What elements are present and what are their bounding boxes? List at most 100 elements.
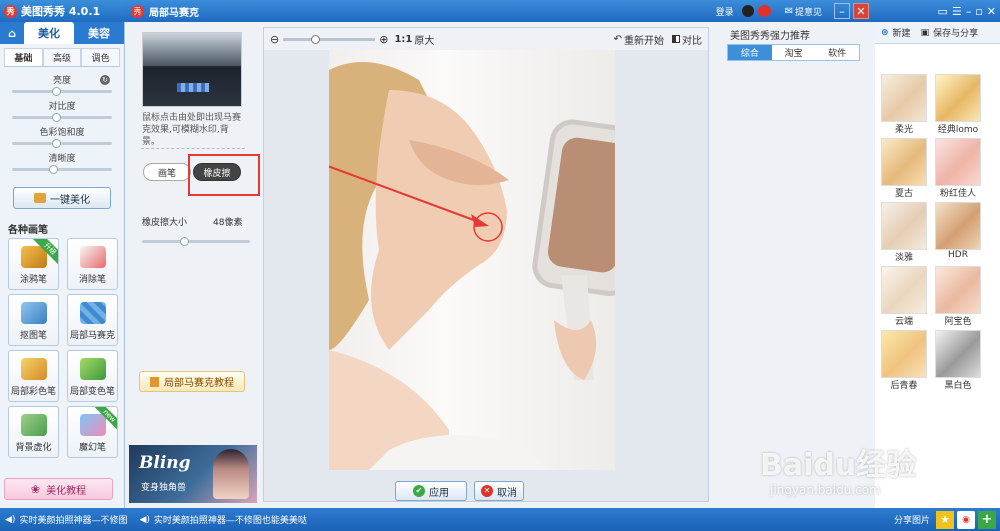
recommend-tab-all[interactable]: 综合	[728, 45, 772, 60]
recommend-tab-software[interactable]: 软件	[815, 45, 859, 60]
effect-item[interactable]: 经典lomo	[931, 74, 985, 135]
mosaic-description: 鼠标点击由处即出现马赛克效果,可模糊水印,背景。	[142, 113, 242, 147]
tool-local-color[interactable]: 局部彩色笔	[8, 350, 59, 402]
tool-cutout[interactable]: 抠图笔	[8, 294, 59, 346]
maximize-icon[interactable]: ▫	[975, 5, 982, 18]
effect-item[interactable]: 黑白色	[931, 330, 985, 391]
effect-thumb	[881, 266, 927, 314]
effect-item[interactable]: 夏古	[877, 138, 931, 199]
tool-local-recolor[interactable]: 局部变色笔	[67, 350, 118, 402]
save-icon: ▣	[920, 27, 930, 38]
tab-beauty[interactable]: 美容	[74, 22, 124, 44]
slider-knob[interactable]	[52, 113, 61, 122]
zoom-knob[interactable]	[310, 34, 320, 44]
minimize-icon[interactable]: –	[966, 5, 972, 18]
cancel-button[interactable]: ✕ 取消	[474, 481, 524, 501]
contrast-slider[interactable]	[12, 113, 112, 122]
effect-item[interactable]: 淡雅	[877, 202, 931, 263]
menu-icon[interactable]: ☰	[952, 5, 962, 18]
slider-knob[interactable]	[52, 87, 61, 96]
login-link[interactable]: 登录	[716, 5, 734, 18]
reset-icon[interactable]: ↻	[100, 75, 110, 85]
restart-button[interactable]: 重新开始	[624, 32, 664, 47]
brush-section-title: 各种画笔	[8, 225, 48, 236]
new-button[interactable]: 新建	[893, 26, 911, 39]
effect-thumb	[935, 266, 981, 314]
eraser-size-value: 48像素	[213, 218, 243, 228]
eraser-size-slider[interactable]	[142, 237, 250, 246]
tool-label: 局部彩色笔	[10, 387, 56, 397]
eraser-icon	[79, 246, 106, 268]
zoom-out-icon[interactable]: ⊖	[270, 33, 279, 46]
tool-local-mosaic[interactable]: 局部马赛克	[67, 294, 118, 346]
wand-icon	[34, 193, 46, 203]
close-icon[interactable]: ✕	[987, 5, 996, 18]
cancel-label: 取消	[497, 487, 517, 499]
qq-icon[interactable]	[741, 5, 754, 17]
plus-share-icon[interactable]: +	[978, 510, 996, 529]
zoom-in-icon[interactable]: ⊕	[379, 33, 388, 46]
tool-label: 涂鸦笔	[19, 275, 47, 285]
brush-tools-grid: 升级 涂鸦笔 消除笔 抠图笔 局部马赛克 局部彩色笔 局部变色笔 背景虚化 new…	[8, 238, 124, 458]
saturation-slider[interactable]	[12, 139, 112, 148]
beautify-tutorial-button[interactable]: ❀ 美化教程	[4, 478, 113, 500]
divider	[141, 148, 245, 149]
minimize-button[interactable]: –	[834, 3, 850, 19]
tool-label: 魔幻笔	[78, 443, 106, 453]
chat-icon[interactable]: ▭	[938, 5, 948, 18]
footprint-icon: ❀	[30, 482, 41, 496]
subtab-advanced[interactable]: 高级	[42, 48, 82, 66]
slider-knob[interactable]	[52, 139, 61, 148]
eraser-size-knob[interactable]	[179, 237, 189, 246]
effect-label: 后青春	[890, 381, 918, 391]
sharpness-slider[interactable]	[12, 165, 112, 174]
sub-tabs: 基础 高级 调色	[4, 48, 121, 67]
subtab-color[interactable]: 调色	[81, 48, 121, 66]
tool-background-blur[interactable]: 背景虚化	[8, 406, 59, 458]
share-image-label[interactable]: 分享图片	[894, 513, 930, 526]
subtab-basic[interactable]: 基础	[4, 48, 43, 66]
brush-mode-button[interactable]: 画笔	[143, 163, 191, 181]
tool-label: 局部变色笔	[69, 387, 115, 397]
close-button[interactable]: ✕	[853, 3, 869, 19]
right-toolbar: ⊕ 新建 ▣ 保存与分享	[875, 22, 1000, 44]
slider-knob[interactable]	[49, 165, 58, 174]
tool-label: 局部马赛克	[69, 331, 115, 341]
effect-label: 柔光	[894, 125, 913, 135]
effect-label: 经典lomo	[937, 125, 979, 135]
zoom-slider[interactable]	[283, 34, 376, 44]
tool-eraser[interactable]: 消除笔	[67, 238, 118, 290]
compare-button[interactable]: 对比	[682, 32, 702, 47]
adjust-sliders: ↻ 亮度 对比度 色彩饱和度 清晰度	[0, 73, 124, 174]
effect-item[interactable]: 阿宝色	[931, 266, 985, 327]
effect-item[interactable]: 云端	[877, 266, 931, 327]
tool-magic-brush[interactable]: new 魔幻笔	[67, 406, 118, 458]
apply-button[interactable]: ✔ 应用	[395, 481, 467, 501]
canvas-toolbar: ⊖ ⊕ 1:1 原大 ↶ 重新开始 对比	[264, 28, 708, 50]
brightness-slider[interactable]	[12, 87, 112, 96]
weibo-icon[interactable]	[757, 5, 771, 17]
mosaic-tutorial-button[interactable]: 局部马赛克教程	[139, 371, 245, 392]
feedback-link[interactable]: 提意见	[795, 5, 822, 18]
save-share-button[interactable]: 保存与分享	[933, 26, 978, 39]
home-icon[interactable]: ⌂	[0, 22, 24, 44]
effect-item[interactable]: 柔光	[877, 74, 931, 135]
eraser-size-label: 橡皮擦大小	[142, 218, 188, 228]
effect-item[interactable]: 粉红佳人	[931, 138, 985, 199]
effect-item[interactable]: 后青春	[877, 330, 931, 391]
photo-canvas[interactable]	[329, 50, 615, 470]
tool-doodle[interactable]: 升级 涂鸦笔	[8, 238, 59, 290]
effect-thumb	[935, 202, 981, 250]
effect-item[interactable]: HDR	[931, 202, 985, 260]
ad-banner[interactable]: Bling 变身独角兽	[129, 445, 257, 503]
right-panel: ⊕ 新建 ▣ 保存与分享 柔光 经典lomo 夏古 粉红佳人 淡雅 HDR 云端…	[875, 22, 1000, 508]
weibo-share-icon[interactable]: ◉	[957, 510, 975, 529]
right-title-bar: ▭ ☰ – ▫ ✕	[875, 0, 1000, 22]
one-click-beautify-button[interactable]: 一键美化	[13, 187, 111, 209]
recommend-tab-taobao[interactable]: 淘宝	[772, 45, 816, 60]
effect-label: 黑白色	[944, 381, 972, 391]
tab-beautify[interactable]: 美化	[24, 22, 74, 44]
star-icon[interactable]: ★	[936, 510, 954, 529]
tutorial-label: 局部马赛克教程	[164, 378, 234, 389]
original-size-button[interactable]: 原大	[414, 32, 434, 47]
